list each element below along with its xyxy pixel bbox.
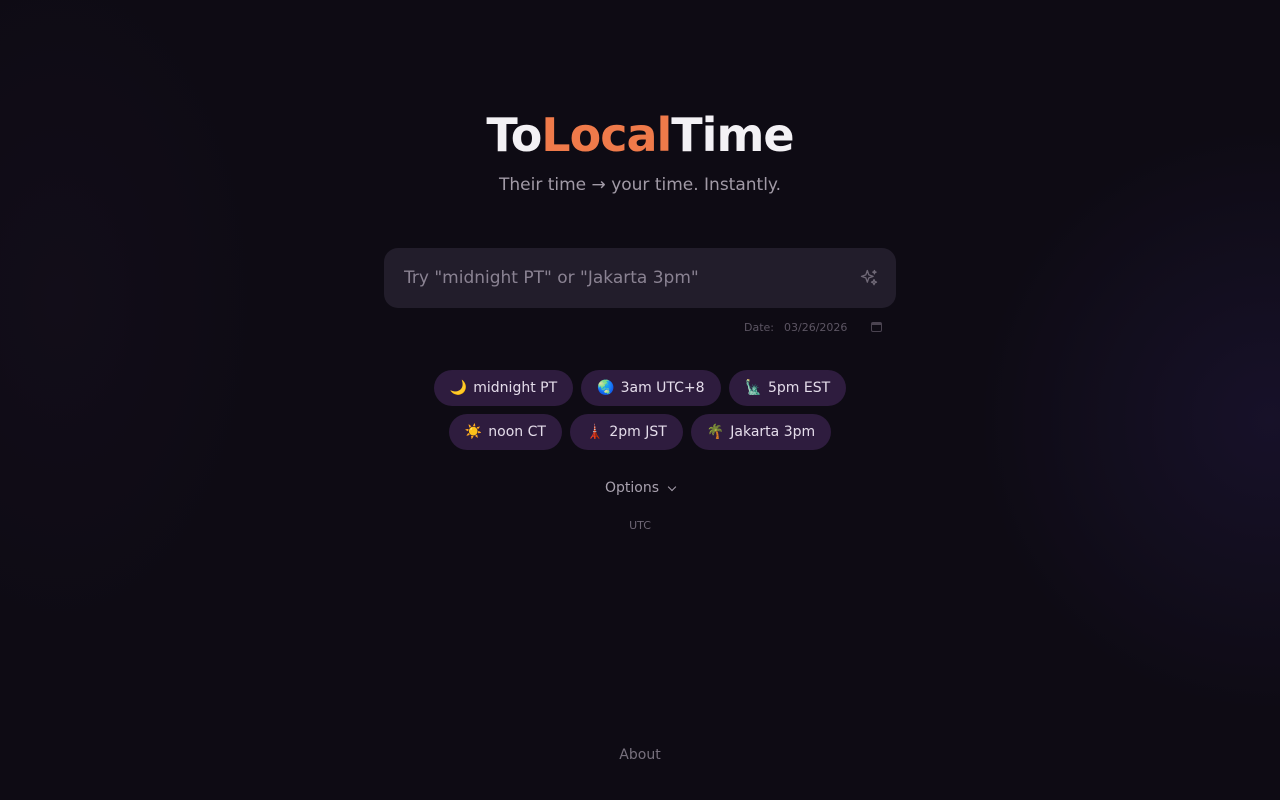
moon-icon: 🌙 [449,380,468,396]
search-box [384,248,896,308]
about-link[interactable]: About [619,747,660,763]
chip-noon-ct[interactable]: ☀️ noon CT [448,414,562,450]
title-part-local: Local [541,108,672,162]
chip-5pm-est[interactable]: 🗽 5pm EST [728,370,847,406]
options-label: Options [604,480,660,496]
sun-icon: ☀️ [464,424,483,440]
search-input[interactable] [384,248,858,308]
palm-tree-icon: 🌴 [706,424,725,440]
chip-3am-utc8[interactable]: 🌏 3am UTC+8 [581,370,721,406]
page-title: ToLocalTime [0,108,1280,162]
date-input[interactable]: 03/26/2026 [784,320,883,334]
tokyo-tower-icon: 🗼 [585,424,604,440]
chip-jakarta-3pm[interactable]: 🌴 Jakarta 3pm [690,414,832,450]
chip-label: 2pm JST [609,424,667,440]
page-subtitle: Their time → your time. Instantly. [499,175,781,195]
date-label: Date: [744,320,774,334]
chip-label: midnight PT [473,380,558,396]
chip-label: 5pm EST [767,380,831,396]
chip-2pm-jst[interactable]: 🗼 2pm JST [569,414,683,450]
globe-icon: 🌏 [597,380,615,396]
date-row: Date: 03/26/2026 [744,319,883,335]
sparkle-icon[interactable] [858,267,880,289]
timezone-label: UTC [629,519,651,532]
calendar-icon[interactable] [871,322,883,332]
title-part-time: Time [671,108,794,162]
options-toggle[interactable]: Options [0,480,1280,496]
statue-of-liberty-icon: 🗽 [744,380,762,396]
chevron-down-icon [667,482,677,491]
chip-label: 3am UTC+8 [620,380,705,396]
date-value: 03/26/2026 [784,320,848,334]
footer: About [0,747,1280,763]
chip-label: Jakarta 3pm [730,424,816,440]
chip-label: noon CT [488,424,546,440]
example-chips: 🌙 midnight PT 🌏 3am UTC+8 🗽 5pm EST ☀️ n… [0,370,1280,450]
title-part-to: To [486,108,542,162]
chip-midnight-pt[interactable]: 🌙 midnight PT [433,370,574,406]
